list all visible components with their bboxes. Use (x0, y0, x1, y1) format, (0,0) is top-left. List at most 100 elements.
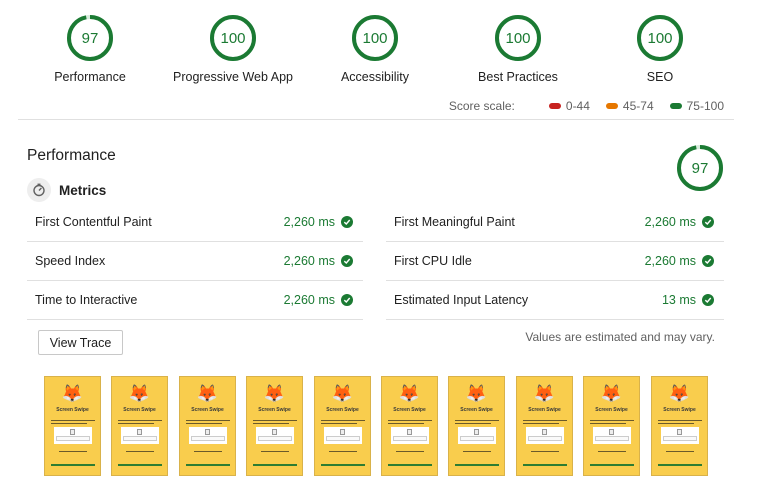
filmstrip-frame: 🦊 Screen Swipe (111, 376, 168, 476)
frame-text-line (455, 420, 499, 421)
frame-progress-bar (523, 464, 567, 466)
frame-title: Screen Swipe (528, 407, 561, 413)
document-icon (542, 429, 547, 435)
frame-input (393, 436, 427, 441)
gauge-seo[interactable]: 100 SEO (580, 14, 740, 84)
fox-icon: 🦊 (668, 384, 691, 403)
frame-input (258, 436, 292, 441)
frame-progress-bar (253, 464, 297, 466)
gauge-performance[interactable]: 97 Performance (10, 14, 170, 84)
frame-input (56, 436, 90, 441)
performance-score-gauge: 97 (676, 144, 724, 197)
fox-icon: 🦊 (61, 384, 84, 403)
score-scale-title: Score scale: (448, 99, 515, 113)
frame-text-line (329, 451, 357, 452)
metric-name: First CPU Idle (394, 253, 472, 268)
filmstrip-frame: 🦊 Screen Swipe (651, 376, 708, 476)
metric-value: 2,260 ms (283, 292, 335, 307)
frame-title: Screen Swipe (258, 407, 291, 413)
frame-input (191, 436, 225, 441)
score-range-average: 45-74 (605, 99, 654, 113)
frame-input (326, 436, 360, 441)
metrics-title: Metrics (59, 182, 107, 198)
frame-text-line (186, 423, 222, 424)
frame-progress-bar (321, 464, 365, 466)
score-range-pass: 75-100 (669, 99, 724, 113)
gauge-score: 100 (220, 30, 245, 47)
frame-title: Screen Swipe (595, 407, 628, 413)
check-icon (341, 215, 353, 228)
fox-icon: 🦊 (263, 384, 286, 403)
gauge-ring: 100 (637, 15, 683, 61)
frame-title: Screen Swipe (393, 407, 426, 413)
gauge-score: 100 (362, 30, 387, 47)
row-divider (386, 319, 724, 320)
section-divider (18, 119, 734, 120)
metrics-header: Metrics (27, 178, 106, 202)
filmstrip-frame: 🦊 Screen Swipe (44, 376, 101, 476)
frame-input (123, 436, 157, 441)
frame-progress-bar (388, 464, 432, 466)
document-icon (205, 429, 210, 435)
document-icon (137, 429, 142, 435)
fox-icon: 🦊 (331, 384, 354, 403)
filmstrip-frame: 🦊 Screen Swipe (246, 376, 303, 476)
gauge-accessibility[interactable]: 100 Accessibility (295, 14, 455, 84)
gauge-best-practices[interactable]: 100 Best Practices (438, 14, 598, 84)
frame-text-line (598, 451, 626, 452)
document-icon (340, 429, 345, 435)
frame-text-line (261, 451, 289, 452)
frame-title: Screen Swipe (123, 407, 156, 413)
frame-text-line (388, 420, 432, 421)
document-icon (407, 429, 412, 435)
document-icon (677, 429, 682, 435)
frame-input (663, 436, 697, 441)
metric-first-contentful-paint: First Contentful Paint 2,260 ms (27, 202, 363, 241)
frame-progress-bar (658, 464, 702, 466)
fox-icon: 🦊 (600, 384, 623, 403)
metric-name: Speed Index (35, 253, 106, 268)
filmstrip: 🦊 Screen Swipe 🦊 Screen Swipe 🦊 Screen Swipe 🦊… (44, 376, 724, 476)
metric-value: 2,260 ms (644, 214, 696, 229)
gauge-score: 97 (692, 160, 709, 177)
gauge-label: Accessibility (340, 70, 410, 84)
range-label: 75-100 (686, 99, 724, 113)
document-icon (609, 429, 614, 435)
frame-text-line (463, 451, 491, 452)
frame-text-line (186, 420, 230, 421)
gauge-ring: 97 (67, 15, 113, 61)
metric-first-cpu-idle: First CPU Idle 2,260 ms (386, 241, 724, 280)
frame-text-line (253, 420, 297, 421)
gauge-score: 100 (505, 30, 530, 47)
gauge-ring: 100 (352, 15, 398, 61)
filmstrip-frame: 🦊 Screen Swipe (583, 376, 640, 476)
frame-title: Screen Swipe (460, 407, 493, 413)
gauge-ring: 100 (210, 15, 256, 61)
gauge-label: Progressive Web App (173, 70, 293, 84)
gauge-label: SEO (646, 70, 674, 84)
frame-text-line (253, 423, 289, 424)
frame-title: Screen Swipe (326, 407, 359, 413)
fox-icon: 🦊 (533, 384, 556, 403)
check-icon (341, 254, 353, 267)
range-fail-marker (548, 103, 561, 109)
frame-text-line (51, 423, 87, 424)
frame-text-line (388, 423, 424, 424)
metric-speed-index: Speed Index 2,260 ms (27, 241, 363, 280)
metric-time-to-interactive: Time to Interactive 2,260 ms (27, 280, 363, 319)
metric-name: First Meaningful Paint (394, 214, 515, 229)
score-range-fail: 0-44 (548, 99, 590, 113)
range-label: 0-44 (565, 99, 590, 113)
view-trace-button[interactable]: View Trace (38, 330, 123, 355)
range-pass-marker (669, 103, 682, 109)
gauge-label: Performance (54, 70, 126, 84)
metric-first-meaningful-paint: First Meaningful Paint 2,260 ms (386, 202, 724, 241)
fox-icon: 🦊 (465, 384, 488, 403)
gauge-pwa[interactable]: 100 Progressive Web App (153, 14, 313, 84)
gauge-score: 97 (82, 30, 99, 47)
frame-text-line (666, 451, 694, 452)
filmstrip-frame: 🦊 Screen Swipe (381, 376, 438, 476)
metric-value: 2,260 ms (644, 253, 696, 268)
fox-icon: 🦊 (128, 384, 151, 403)
check-icon (341, 293, 353, 306)
